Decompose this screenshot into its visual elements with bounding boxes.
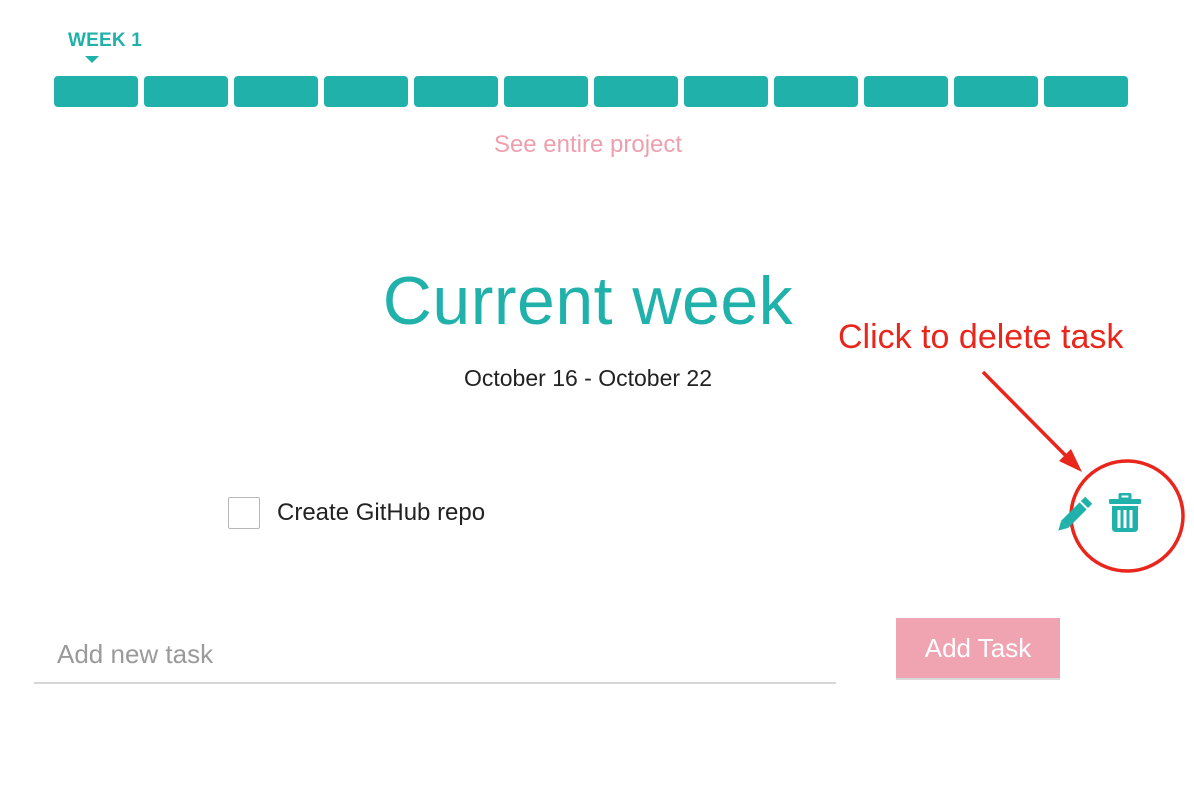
add-task-button[interactable]: Add Task	[896, 618, 1060, 680]
timeline-week-2[interactable]	[144, 76, 228, 107]
task-label: Create GitHub repo	[277, 499, 486, 526]
timeline-week-11[interactable]	[954, 76, 1038, 107]
timeline-week-12[interactable]	[1044, 76, 1128, 107]
timeline-week-9[interactable]	[774, 76, 858, 107]
trash-icon[interactable]	[1108, 493, 1142, 533]
annotation-arrowhead	[1059, 449, 1082, 472]
timeline-week-4[interactable]	[324, 76, 408, 107]
timeline-week-8[interactable]	[684, 76, 768, 107]
pencil-icon[interactable]	[1056, 494, 1096, 532]
new-task-input[interactable]	[34, 626, 836, 684]
current-week-label: WEEK 1	[68, 30, 143, 51]
timeline-week-5[interactable]	[414, 76, 498, 107]
task-checkbox[interactable]	[228, 497, 260, 529]
timeline-week-3[interactable]	[234, 76, 318, 107]
task-item: Create GitHub repo	[228, 497, 485, 529]
timeline-week-6[interactable]	[504, 76, 588, 107]
annotation-label: Click to delete task	[838, 318, 1124, 356]
caret-down-icon	[85, 56, 99, 63]
timeline-week-7[interactable]	[594, 76, 678, 107]
week-timeline	[54, 76, 1128, 107]
timeline-week-10[interactable]	[864, 76, 948, 107]
page: WEEK 1 See entire project Current week O…	[0, 0, 1194, 804]
week-date-range: October 16 - October 22	[463, 365, 712, 391]
see-entire-project-link[interactable]: See entire project	[0, 131, 1176, 159]
timeline-week-1[interactable]	[54, 76, 138, 107]
